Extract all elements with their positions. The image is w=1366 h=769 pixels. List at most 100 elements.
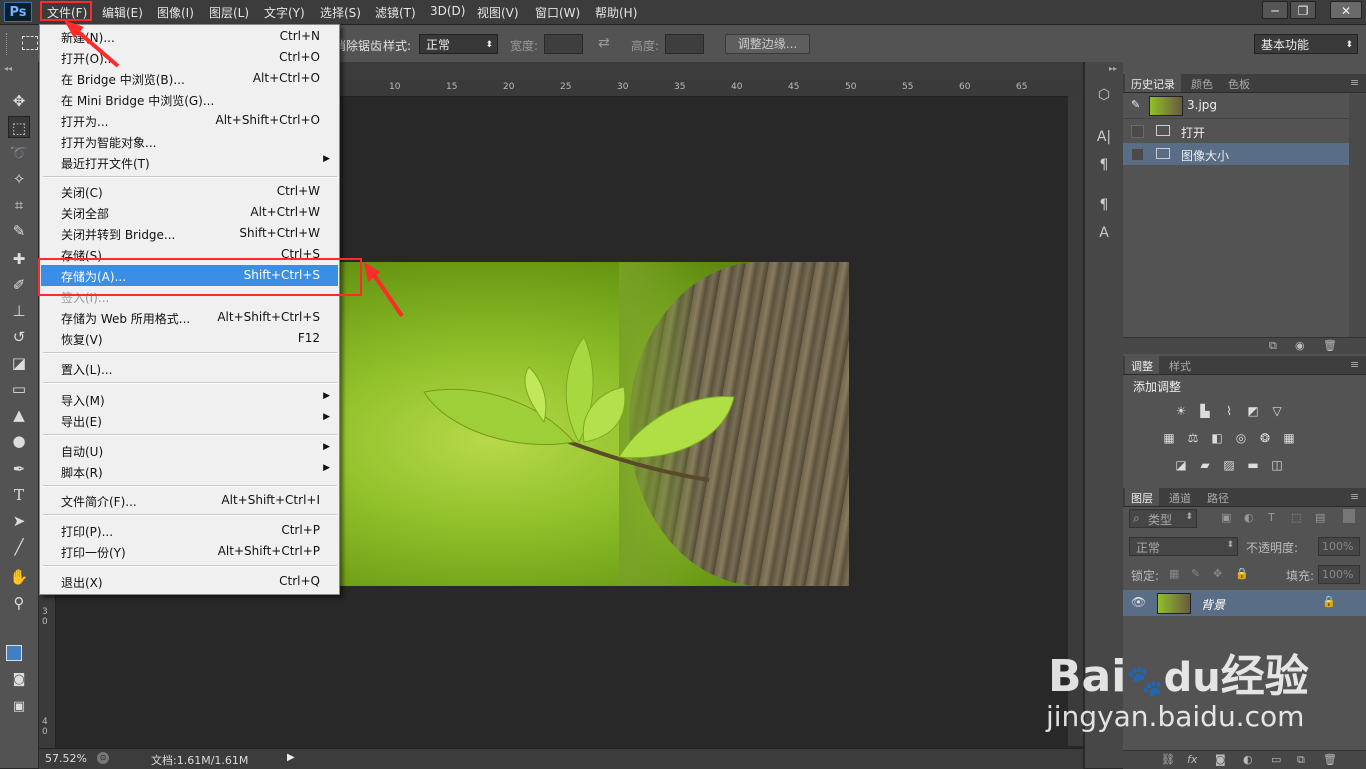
type-tool-icon[interactable]: T <box>8 484 30 506</box>
menu-item-open-as[interactable]: 打开为... Alt+Shift+Ctrl+O <box>41 110 338 131</box>
menu-view[interactable]: 视图(V) <box>477 4 519 21</box>
lock-position-icon[interactable]: ✥ <box>1213 567 1222 580</box>
menu-item-file-info[interactable]: 文件简介(F)... Alt+Shift+Ctrl+I <box>41 490 338 511</box>
create-snapshot-icon[interactable]: ◉ <box>1295 339 1305 352</box>
tab-adjustments[interactable]: 调整 <box>1131 358 1153 374</box>
character-style-icon[interactable]: A <box>1093 222 1115 244</box>
menu-item-save-for-web[interactable]: 存储为 Web 所用格式... Alt+Shift+Ctrl+S <box>41 307 338 328</box>
menu-item-automate[interactable]: 自动(U) ▶ <box>41 440 338 461</box>
close-button[interactable]: ✕ <box>1330 1 1362 19</box>
minimize-button[interactable]: ─ <box>1262 1 1288 19</box>
opacity-input[interactable]: 100% <box>1318 537 1360 556</box>
menu-image[interactable]: 图像(I) <box>157 4 194 21</box>
history-scrollbar[interactable] <box>1349 94 1366 338</box>
pen-tool-icon[interactable]: ✒ <box>8 458 30 480</box>
menu-item-place[interactable]: 置入(L)... <box>41 358 338 379</box>
gradient-map-icon[interactable]: ▬ <box>1245 458 1261 472</box>
panel-menu-icon[interactable]: ≡ <box>1350 490 1359 503</box>
color-lookup-icon[interactable]: ▦ <box>1281 431 1297 445</box>
screen-mode-icon[interactable]: ▣ <box>8 696 30 718</box>
menu-item-import[interactable]: 导入(M) ▶ <box>41 389 338 410</box>
quick-mask-icon[interactable]: ◙ <box>8 669 30 691</box>
type-layer-filter-icon[interactable]: T <box>1268 511 1275 524</box>
menu-item-print[interactable]: 打印(P)... Ctrl+P <box>41 520 338 541</box>
menu-edit[interactable]: 编辑(E) <box>102 4 143 21</box>
brush-tool-icon[interactable]: ✐ <box>8 274 30 296</box>
shape-layer-filter-icon[interactable]: ⬚ <box>1291 511 1301 524</box>
pixel-layer-filter-icon[interactable]: ▣ <box>1221 511 1231 524</box>
new-document-from-state-icon[interactable]: ⧉ <box>1269 339 1277 353</box>
3d-panel-icon[interactable]: ⬡ <box>1093 84 1115 106</box>
width-input[interactable] <box>544 34 583 54</box>
style-select[interactable]: 正常 ⬍ <box>419 34 498 54</box>
line-tool-icon[interactable]: ╱ <box>8 536 30 558</box>
threshold-icon[interactable]: ▨ <box>1221 458 1237 472</box>
foreground-color-swatch[interactable] <box>6 645 22 661</box>
blend-mode-select[interactable]: 正常 ⬍ <box>1129 537 1238 556</box>
zoom-level[interactable]: 57.52% <box>45 752 87 765</box>
layer-row-background[interactable]: 👁 背景 🔒 <box>1123 590 1366 616</box>
document-image[interactable] <box>339 262 849 586</box>
menu-help[interactable]: 帮助(H) <box>595 4 637 21</box>
tab-layers[interactable]: 图层 <box>1131 490 1153 506</box>
character-panel-icon[interactable]: A| <box>1093 126 1115 148</box>
menu-item-close-all[interactable]: 关闭全部 Alt+Ctrl+W <box>41 202 338 223</box>
brightness-icon[interactable]: ☀ <box>1173 404 1189 418</box>
tab-swatches[interactable]: 色板 <box>1228 76 1250 92</box>
fill-input[interactable]: 100% <box>1318 565 1360 584</box>
black-white-icon[interactable]: ◧ <box>1209 431 1225 445</box>
new-adjustment-icon[interactable]: ◐ <box>1243 753 1253 766</box>
blur-tool-icon[interactable]: ▲ <box>8 404 30 426</box>
menu-3d[interactable]: 3D(D) <box>430 4 465 18</box>
adjustment-layer-filter-icon[interactable]: ◐ <box>1244 511 1254 524</box>
zoom-tool-icon[interactable]: ⚲ <box>8 592 30 614</box>
gradient-tool-icon[interactable]: ▭ <box>8 378 30 400</box>
history-brush-tool-icon[interactable]: ↺ <box>8 326 30 348</box>
smart-object-filter-icon[interactable]: ▤ <box>1315 511 1325 524</box>
channel-mixer-icon[interactable]: ❂ <box>1257 431 1273 445</box>
curves-icon[interactable]: ⌇ <box>1221 404 1237 418</box>
lock-transparent-icon[interactable]: ▦ <box>1169 567 1179 580</box>
exposure-icon[interactable]: ◩ <box>1245 404 1261 418</box>
menu-layer[interactable]: 图层(L) <box>209 4 249 21</box>
link-layers-icon[interactable]: ⛓ <box>1161 753 1175 766</box>
menu-item-print-one-copy[interactable]: 打印一份(Y) Alt+Shift+Ctrl+P <box>41 541 338 562</box>
menu-item-open-smart-object[interactable]: 打开为智能对象... <box>41 131 338 152</box>
crop-tool-icon[interactable]: ⌗ <box>8 194 30 216</box>
rectangular-marquee-tool-icon[interactable]: ⬚ <box>8 116 30 138</box>
eyedropper-tool-icon[interactable]: ✎ <box>8 220 30 242</box>
menu-item-close-go-bridge[interactable]: 关闭并转到 Bridge... Shift+Ctrl+W <box>41 223 338 244</box>
menu-item-open[interactable]: 打开(O)... Ctrl+O <box>41 47 338 68</box>
panel-menu-icon[interactable]: ≡ <box>1350 358 1359 371</box>
history-step[interactable]: 打开 <box>1123 120 1349 142</box>
height-input[interactable] <box>665 34 704 54</box>
move-tool-icon[interactable]: ✥ <box>8 90 30 112</box>
tab-channels[interactable]: 通道 <box>1169 490 1191 506</box>
tab-history[interactable]: 历史记录 <box>1131 76 1175 92</box>
menu-type[interactable]: 文字(Y) <box>264 4 305 21</box>
panel-menu-icon[interactable]: ≡ <box>1350 76 1359 89</box>
magic-wand-tool-icon[interactable]: ✧ <box>8 168 30 190</box>
menu-item-browse-mini-bridge[interactable]: 在 Mini Bridge 中浏览(G)... <box>41 89 338 110</box>
menu-item-new[interactable]: 新建(N)... Ctrl+N <box>41 26 338 47</box>
tab-color[interactable]: 颜色 <box>1191 76 1213 92</box>
history-brush-source-icon[interactable]: ✎ <box>1131 98 1140 111</box>
status-menu-arrow-icon[interactable]: ▶ <box>287 752 295 763</box>
tab-paths[interactable]: 路径 <box>1207 490 1229 506</box>
vibrance-icon[interactable]: ▽ <box>1269 404 1285 418</box>
menu-item-scripts[interactable]: 脚本(R) ▶ <box>41 461 338 482</box>
menu-filter[interactable]: 滤镜(T) <box>375 4 416 21</box>
lasso-tool-icon[interactable]: ➰ <box>8 142 30 164</box>
new-group-icon[interactable]: ▭ <box>1271 753 1281 766</box>
menu-window[interactable]: 窗口(W) <box>535 4 580 21</box>
eye-visibility-icon[interactable]: 👁 <box>1131 595 1146 609</box>
selective-color-icon[interactable]: ◫ <box>1269 458 1285 472</box>
path-selection-tool-icon[interactable]: ➤ <box>8 510 30 532</box>
eraser-tool-icon[interactable]: ◪ <box>8 352 30 374</box>
grip-handle[interactable] <box>6 33 11 55</box>
paragraph-style-icon[interactable]: ¶ <box>1093 194 1115 216</box>
delete-layer-icon[interactable]: 🗑 <box>1323 753 1337 766</box>
restore-button[interactable]: ❐ <box>1290 1 1316 19</box>
menu-item-export[interactable]: 导出(E) ▶ <box>41 410 338 431</box>
history-step-selected[interactable]: 图像大小 <box>1123 143 1349 165</box>
